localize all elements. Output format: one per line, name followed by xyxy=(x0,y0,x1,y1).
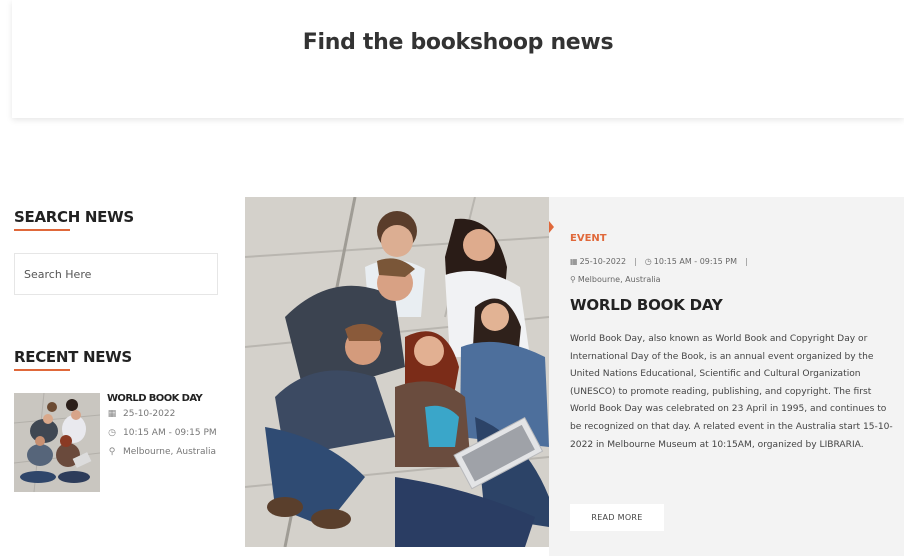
article-title[interactable]: WORLD BOOK DAY xyxy=(570,296,723,314)
recent-news-heading: RECENT NEWS xyxy=(14,348,132,366)
meta-separator: | xyxy=(745,257,748,266)
article-location-row: ⚲ Melbourne, Australia xyxy=(570,275,661,284)
article-image[interactable] xyxy=(245,197,549,547)
search-news-heading: SEARCH NEWS xyxy=(14,208,134,226)
recent-news-item[interactable]: WORLD BOOK DAY ▦ 25-10-2022 ◷ 10:15 AM -… xyxy=(107,393,227,466)
article-location: Melbourne, Australia xyxy=(577,275,661,284)
panel-pointer xyxy=(549,221,554,233)
recent-news-thumbnail[interactable] xyxy=(14,393,100,492)
calendar-icon: ▦ xyxy=(570,257,578,266)
calendar-icon: ▦ xyxy=(107,409,117,419)
article-category[interactable]: EVENT xyxy=(570,233,607,244)
clock-icon: ◷ xyxy=(644,257,652,266)
article-date: 25-10-2022 xyxy=(579,257,627,266)
search-heading-underline xyxy=(14,229,70,231)
clock-icon: ◷ xyxy=(108,428,116,438)
read-more-button[interactable]: READ MORE xyxy=(570,504,664,531)
article-time: 10:15 AM - 09:15 PM xyxy=(653,257,738,266)
recent-news-date: ▦ 25-10-2022 xyxy=(107,409,176,419)
page-title: Find the bookshoop news xyxy=(302,29,614,55)
meta-separator: | xyxy=(634,257,637,266)
students-photo-thumbnail xyxy=(14,393,100,492)
article-description: World Book Day, also known as World Book… xyxy=(570,334,893,450)
recent-news-title[interactable]: WORLD BOOK DAY xyxy=(107,393,227,404)
recent-news-time: ◷ 10:15 AM - 09:15 PM xyxy=(108,428,217,438)
article-date-time: ▦ 25-10-2022 | ◷ 10:15 AM - 09:15 PM | xyxy=(570,257,756,266)
article-panel: EVENT ▦ 25-10-2022 | ◷ 10:15 AM - 09:15 … xyxy=(549,197,904,556)
map-pin-icon: ⚲ xyxy=(570,275,576,284)
page-header: Find the bookshoop news xyxy=(12,0,904,118)
students-photo xyxy=(245,197,549,547)
map-pin-icon: ⚲ xyxy=(108,447,116,457)
recent-news-location: ⚲ Melbourne, Australia xyxy=(108,447,217,457)
search-input[interactable] xyxy=(14,253,218,295)
recent-heading-underline xyxy=(14,369,70,371)
